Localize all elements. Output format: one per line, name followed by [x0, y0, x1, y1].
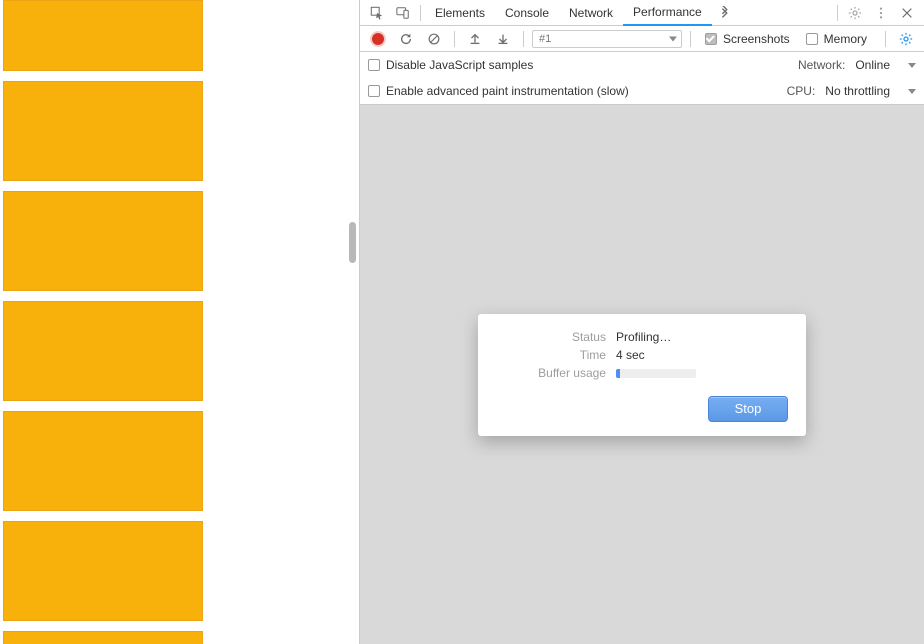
time-value: 4 sec	[616, 348, 788, 362]
devtools-panel: Elements Console Network Performance	[359, 0, 924, 644]
page-card	[3, 301, 203, 401]
status-label: Status	[496, 330, 616, 344]
page-card	[3, 0, 203, 71]
screenshots-checkbox[interactable]: Screenshots	[699, 32, 796, 46]
screenshots-label: Screenshots	[723, 32, 790, 46]
record-icon	[372, 33, 384, 45]
memory-label: Memory	[824, 32, 867, 46]
capture-settings: Disable JavaScript samples Network: Onli…	[360, 52, 924, 105]
page-card	[3, 631, 203, 644]
disable-js-samples-checkbox[interactable]: Disable JavaScript samples	[368, 58, 539, 72]
network-throttle-select[interactable]: Online	[855, 58, 916, 72]
kebab-menu-icon[interactable]	[868, 1, 894, 25]
load-profile-button[interactable]	[463, 27, 487, 51]
recording-select[interactable]: #1	[532, 30, 682, 48]
separator	[454, 31, 455, 47]
close-devtools-icon[interactable]	[894, 1, 920, 25]
separator	[523, 31, 524, 47]
checkbox-icon	[368, 59, 380, 71]
record-button[interactable]	[366, 27, 390, 51]
tabs: Elements Console Network Performance	[425, 0, 712, 26]
devtools-tabstrip: Elements Console Network Performance	[360, 0, 924, 26]
cpu-throttle-value: No throttling	[825, 84, 890, 98]
capture-settings-gear-icon[interactable]	[894, 27, 918, 51]
disable-js-samples-label: Disable JavaScript samples	[386, 58, 533, 72]
network-throttle-value: Online	[855, 58, 890, 72]
separator	[837, 5, 838, 21]
chevron-down-icon	[908, 89, 916, 94]
separator	[420, 5, 421, 21]
more-tabs-icon[interactable]	[712, 1, 738, 25]
page-scrollbar[interactable]	[349, 222, 356, 263]
rendered-page[interactable]	[0, 0, 359, 644]
performance-toolbar: #1 Screenshots Memory	[360, 26, 924, 52]
stop-button[interactable]: Stop	[708, 396, 788, 422]
tab-elements[interactable]: Elements	[425, 0, 495, 26]
cpu-label: CPU:	[787, 84, 816, 98]
checkbox-icon	[806, 33, 818, 45]
page-card	[3, 521, 203, 621]
buffer-usage-fill	[616, 369, 620, 378]
stop-button-label: Stop	[735, 401, 762, 416]
chevron-down-icon	[908, 63, 916, 68]
clear-button[interactable]	[422, 27, 446, 51]
performance-body: Status Profiling… Time 4 sec Buffer usag…	[360, 105, 924, 644]
page-card	[3, 411, 203, 511]
settings-gear-icon[interactable]	[842, 1, 868, 25]
buffer-usage-bar	[616, 369, 696, 378]
reload-record-button[interactable]	[394, 27, 418, 51]
separator	[690, 31, 691, 47]
recording-select-value: #1	[539, 33, 551, 45]
page-card	[3, 191, 203, 291]
checkbox-icon	[368, 85, 380, 97]
page-card	[3, 81, 203, 181]
tab-network[interactable]: Network	[559, 0, 623, 26]
time-label: Time	[496, 348, 616, 362]
network-label: Network:	[798, 58, 845, 72]
checkbox-icon	[705, 33, 717, 45]
status-value: Profiling…	[616, 330, 788, 344]
memory-checkbox[interactable]: Memory	[800, 32, 873, 46]
device-toggle-icon[interactable]	[390, 1, 416, 25]
chevron-down-icon	[669, 36, 677, 41]
tab-performance[interactable]: Performance	[623, 0, 712, 26]
tab-console[interactable]: Console	[495, 0, 559, 26]
save-profile-button[interactable]	[491, 27, 515, 51]
inspect-element-icon[interactable]	[364, 1, 390, 25]
advanced-paint-label: Enable advanced paint instrumentation (s…	[386, 84, 629, 98]
advanced-paint-checkbox[interactable]: Enable advanced paint instrumentation (s…	[368, 84, 635, 98]
cpu-throttle-select[interactable]: No throttling	[825, 84, 916, 98]
buffer-label: Buffer usage	[496, 366, 616, 380]
profiling-modal: Status Profiling… Time 4 sec Buffer usag…	[478, 314, 806, 436]
separator	[885, 31, 886, 47]
page-content	[0, 0, 359, 644]
